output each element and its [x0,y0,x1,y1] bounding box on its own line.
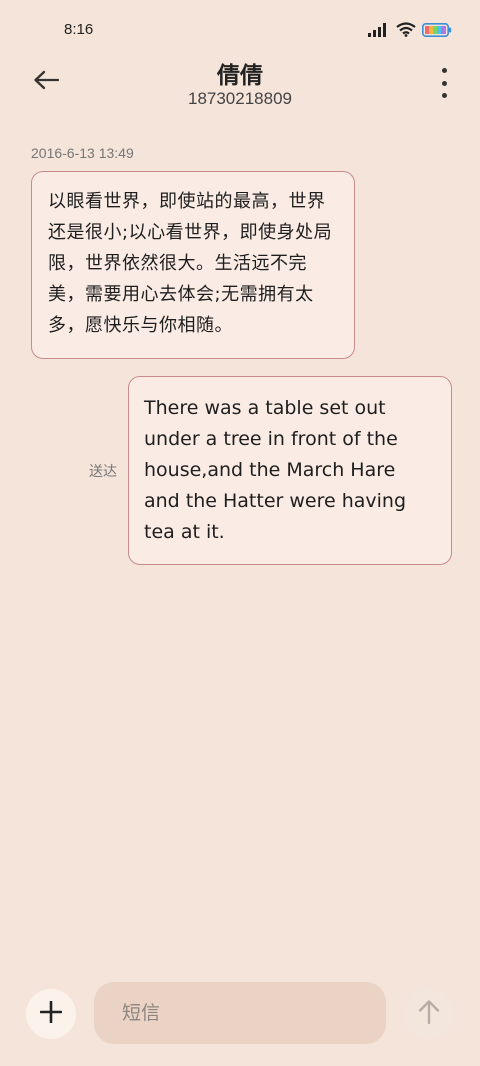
battery-icon [422,22,452,41]
status-icons [368,22,452,41]
message-composer [0,980,480,1046]
conversation-header: 倩倩 18730218809 [0,52,480,112]
status-time: 8:16 [64,21,94,38]
plus-icon [39,1000,63,1027]
message-input[interactable] [94,982,386,1044]
wifi-icon [396,22,416,41]
more-vertical-icon [441,68,447,73]
signal-icon [368,22,390,41]
message-timestamp: 2016-6-13 13:49 [31,145,134,161]
more-options-button[interactable] [438,68,450,98]
outgoing-message-bubble[interactable]: There was a table set out under a tree i… [128,376,452,565]
arrow-up-icon [418,999,440,1029]
contact-name: 倩倩 [217,63,263,89]
status-bar: 8:16 [0,0,480,60]
send-button[interactable] [404,989,454,1039]
add-attachment-button[interactable] [26,989,76,1039]
more-vertical-dot [441,93,447,98]
more-vertical-dot [441,80,447,86]
contact-phone-number: 18730218809 [187,89,292,108]
delivery-status: 送达 [89,464,117,480]
incoming-message-bubble[interactable]: 以眼看世界，即使站的最高，世界还是很小;以心看世界，即使身处局限，世界依然很大。… [31,171,355,359]
